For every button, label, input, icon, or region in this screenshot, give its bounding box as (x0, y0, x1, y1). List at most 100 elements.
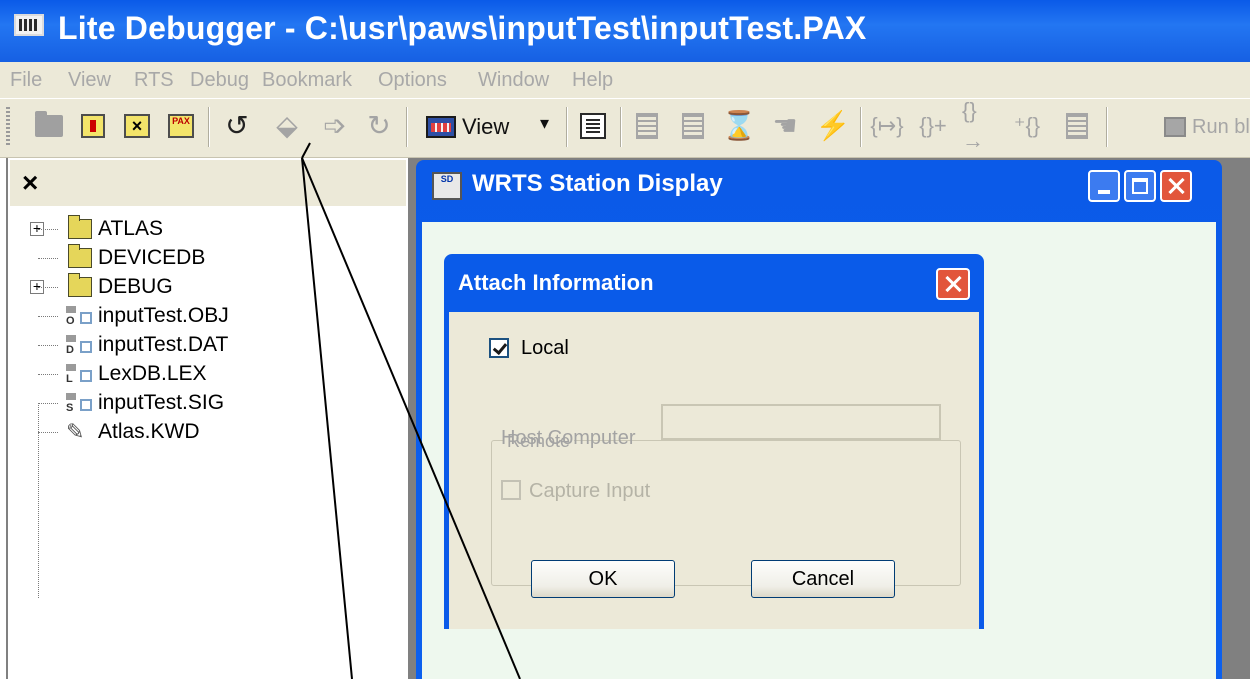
tree-item-atlas[interactable]: + ATLAS (30, 215, 370, 242)
step-into-button[interactable] (630, 109, 664, 143)
brace-button-1[interactable]: {↦} (870, 109, 904, 143)
capture-input-checkbox[interactable] (501, 480, 521, 500)
app-icon (14, 14, 44, 36)
dialog-body: Local Remote Host Computer Capture Input… (449, 312, 979, 629)
project-tree-panel: × + ATLAS DEVICEDB + DEBUG O inputTest.O… (0, 158, 410, 679)
attach-information-dialog: Attach Information Local Remote Host Com… (444, 254, 984, 629)
maximize-button[interactable] (1124, 170, 1156, 202)
lightning-icon: ⚡ (815, 110, 851, 141)
tree-item-label: DEBUG (98, 275, 173, 298)
run-block-label: Run block (1192, 115, 1250, 138)
tree-panel-header: × (10, 160, 406, 206)
host-computer-label: Host Computer (501, 427, 636, 449)
toolbar-grip[interactable] (6, 107, 10, 147)
menu-bar: File View RTS Debug Bookmark Options Win… (0, 62, 1250, 98)
open-folder-button[interactable] (32, 109, 66, 143)
attach-icon: ↺ (225, 110, 249, 141)
tree-item-inputtest-obj[interactable]: O inputTest.OBJ (30, 303, 370, 329)
tree-item-debug[interactable]: + DEBUG (30, 273, 370, 300)
host-computer-input[interactable] (661, 404, 941, 440)
step-over-icon (682, 113, 704, 139)
lightning-button[interactable]: ⚡ (815, 109, 851, 143)
brace-icon-1: {↦} (870, 113, 904, 138)
chevron-down-icon: ▾ (540, 113, 550, 133)
station-display-icon: SD (432, 172, 462, 200)
hourglass-button[interactable]: ⌛ (721, 109, 757, 143)
dialog-close-button[interactable] (936, 268, 970, 300)
menu-help[interactable]: Help (572, 69, 613, 91)
brace-button-4[interactable]: ⁺{} (1010, 109, 1044, 143)
attach-button[interactable]: ↺ (220, 109, 254, 143)
data-file-icon: D (64, 335, 94, 357)
brace-icon-4: ⁺{} (1013, 113, 1041, 138)
tree-item-inputtest-dat[interactable]: D inputTest.DAT (30, 332, 370, 358)
capture-input-label: Capture Input (529, 480, 651, 502)
open-folder-icon (35, 111, 63, 137)
minimize-button[interactable] (1088, 170, 1120, 202)
tree-item-inputtest-sig[interactable]: S inputTest.SIG (30, 390, 370, 416)
local-checkbox[interactable] (489, 338, 509, 358)
main-title-bar[interactable]: Lite Debugger - C:\usr\paws\inputTest\in… (0, 0, 1250, 62)
run-to-button[interactable] (1060, 109, 1094, 143)
dialog-title: Attach Information (458, 270, 654, 295)
hourglass-icon: ⌛ (721, 110, 757, 141)
signal-file-icon: S (64, 393, 94, 415)
ok-button[interactable]: OK (531, 560, 675, 598)
open-file-button[interactable] (76, 109, 110, 143)
run-block-icon (1164, 117, 1186, 137)
window-title: Lite Debugger - C:\usr\paws\inputTest\in… (58, 10, 867, 46)
toolbar-separator (1106, 107, 1108, 147)
open-file-icon (81, 114, 105, 138)
menu-debug[interactable]: Debug (190, 69, 249, 91)
child-window-title: WRTS Station Display (472, 170, 723, 197)
menu-bookmark[interactable]: Bookmark (262, 69, 352, 91)
toolbar-separator (860, 107, 862, 147)
cancel-button[interactable]: Cancel (751, 560, 895, 598)
menu-view[interactable]: View (68, 69, 111, 91)
list-button[interactable] (576, 109, 610, 143)
step-into-icon (636, 113, 658, 139)
step-icon: ➩ (323, 110, 347, 141)
keyword-file-icon: ✎ (66, 419, 85, 444)
folder-icon (68, 215, 92, 239)
tree-item-label: inputTest.OBJ (98, 304, 229, 327)
hand-button[interactable]: ☚ (768, 109, 802, 143)
folder-icon (68, 244, 92, 268)
close-icon[interactable]: × (22, 168, 38, 198)
menu-window[interactable]: Window (478, 69, 549, 91)
pax-button[interactable]: PAX (164, 109, 198, 143)
close-file-icon: × (124, 114, 150, 138)
view-label: View (462, 114, 510, 139)
tree-item-label: Atlas.KWD (98, 420, 200, 443)
menu-rts[interactable]: RTS (134, 69, 174, 91)
brace-button-2[interactable]: {}+ (916, 109, 950, 143)
detach-button[interactable]: ⬙ (270, 109, 304, 143)
brace-button-3[interactable]: {}→ (962, 98, 996, 153)
tree-item-label: DEVICEDB (98, 246, 206, 269)
close-file-button[interactable]: × (120, 109, 154, 143)
tree-item-lexdb-lex[interactable]: L LexDB.LEX (30, 361, 370, 387)
view-dropdown-button[interactable]: View ▾ (426, 109, 558, 145)
toolbar: × PAX ↺ ⬙ ➩ ↻ View ▾ ⌛ ☚ ⚡ {↦} {}+ {}→ ⁺… (0, 98, 1250, 158)
hand-icon: ☚ (772, 110, 798, 141)
toolbar-separator (208, 107, 210, 147)
run-block-button[interactable]: Run block (1164, 109, 1250, 145)
step-over-button[interactable] (676, 109, 710, 143)
tree-item-devicedb[interactable]: DEVICEDB (30, 244, 370, 271)
run-to-icon (1066, 113, 1088, 139)
folder-icon (68, 273, 92, 297)
lex-file-icon: L (64, 364, 94, 386)
menu-options[interactable]: Options (378, 69, 447, 91)
tree-item-label: LexDB.LEX (98, 362, 207, 385)
tree-item-label: ATLAS (98, 217, 163, 240)
close-button[interactable] (1160, 170, 1192, 202)
menu-file[interactable]: File (10, 69, 42, 91)
tree-item-atlas-kwd[interactable]: ✎ Atlas.KWD (30, 419, 370, 445)
reset-icon: ↻ (367, 110, 391, 141)
step-button[interactable]: ➩ (318, 109, 352, 143)
tree-item-label: inputTest.DAT (98, 333, 229, 356)
object-file-icon: O (64, 306, 94, 328)
detach-icon: ⬙ (276, 110, 298, 141)
reset-button[interactable]: ↻ (362, 109, 396, 143)
local-label: Local (521, 337, 569, 359)
